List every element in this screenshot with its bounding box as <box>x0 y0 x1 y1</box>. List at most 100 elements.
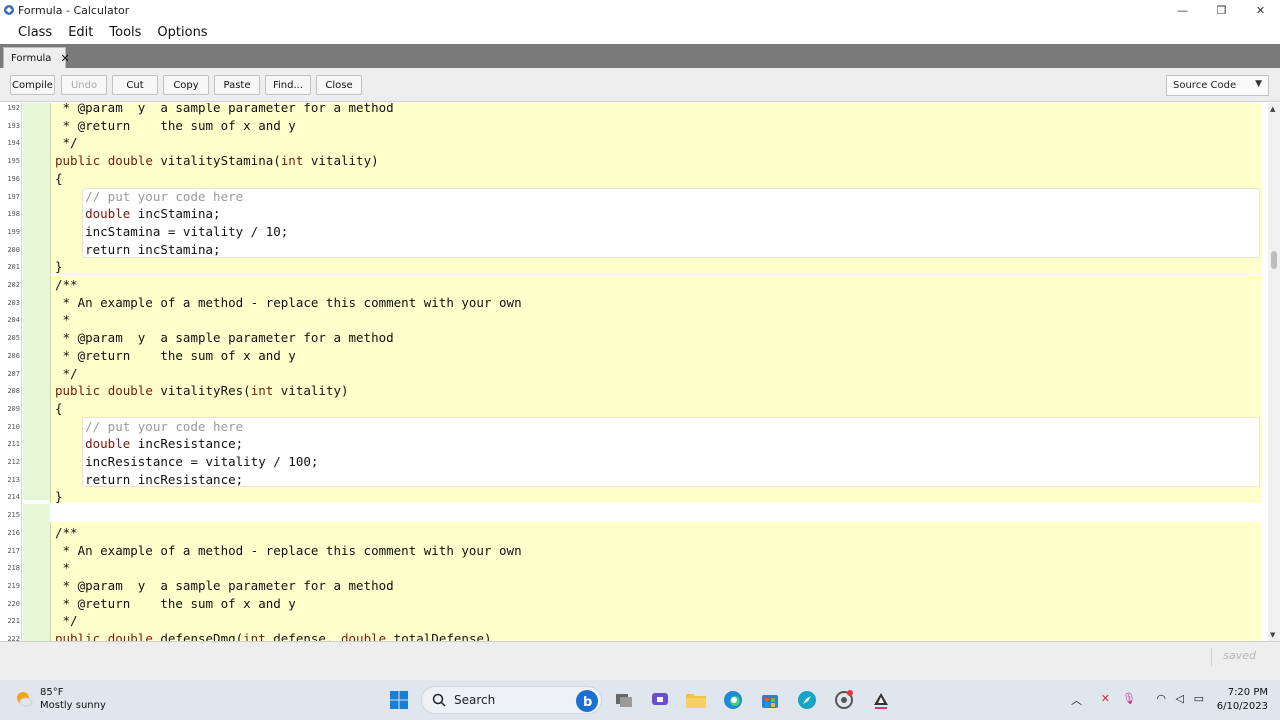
task-view-button[interactable] <box>612 688 636 712</box>
code-line[interactable]: double incResistance; <box>55 435 243 453</box>
menu-edit[interactable]: Edit <box>68 25 93 40</box>
code-line[interactable]: incResistance = vitality / 100; <box>55 453 318 471</box>
code-line[interactable]: } <box>55 258 63 276</box>
weather-temp: 85°F <box>40 687 64 698</box>
windows-taskbar: 85°F Mostly sunny Search b ︿ ✕ 🎙 ◠ ◁ ▭ 7… <box>0 680 1280 720</box>
code-line[interactable]: * @return the sum of x and y <box>55 595 296 613</box>
cut-button[interactable]: Cut <box>112 75 158 95</box>
line-number: 210 <box>7 422 20 431</box>
close-button[interactable]: Close <box>316 75 362 95</box>
chrome-button[interactable] <box>832 688 856 712</box>
code-line[interactable]: * @return the sum of x and y <box>55 347 296 365</box>
file-explorer-button[interactable] <box>684 688 708 712</box>
line-number: 196 <box>7 174 20 183</box>
clock-time: 7:20 PM <box>1227 687 1268 698</box>
search-icon <box>432 693 446 707</box>
chat-icon <box>652 693 668 705</box>
copy-button[interactable]: Copy <box>163 75 209 95</box>
code-line[interactable]: return incStamina; <box>55 241 220 259</box>
teams-chat-button[interactable] <box>648 688 672 712</box>
minimize-button[interactable]: — <box>1163 0 1202 20</box>
code-line[interactable]: public double defenseDmg(int defense, do… <box>55 630 492 641</box>
line-number: 212 <box>7 458 20 466</box>
code-line[interactable]: * An example of a method - replace this … <box>55 294 522 312</box>
line-number: 221 <box>7 617 20 626</box>
menu-tools[interactable]: Tools <box>109 25 141 40</box>
code-line[interactable]: public double vitalityStamina(int vitali… <box>55 152 379 170</box>
status-separator <box>1211 648 1212 666</box>
volume-icon[interactable]: ◁ <box>1176 692 1184 705</box>
code-line[interactable]: // put your code here <box>55 188 243 206</box>
code-line[interactable]: /** <box>55 524 78 542</box>
battery-icon[interactable]: ▭ <box>1194 692 1204 705</box>
clock[interactable]: 7:20 PM 6/10/2023 <box>1217 686 1268 714</box>
line-number: 193 <box>7 121 20 130</box>
folder-icon <box>686 694 706 708</box>
code-line[interactable]: * @param y a sample parameter for a meth… <box>55 103 394 117</box>
view-select[interactable]: Source Code ▼ <box>1166 75 1269 96</box>
restore-button[interactable]: ❐ <box>1202 0 1241 20</box>
code-line[interactable]: public double vitalityRes(int vitality) <box>55 382 349 400</box>
line-number: 215 <box>7 511 20 520</box>
bluej-app-icon <box>4 5 14 15</box>
scrollbar-thumb[interactable] <box>1271 251 1277 269</box>
microphone-icon[interactable]: 🎙 <box>1122 692 1136 705</box>
code-line[interactable]: * @param y a sample parameter for a meth… <box>55 329 394 347</box>
close-icon: ✕ <box>1255 3 1266 17</box>
weather-widget[interactable]: 85°F Mostly sunny <box>14 686 106 712</box>
scroll-down-icon[interactable]: ▼ <box>1270 631 1275 639</box>
start-button[interactable] <box>387 688 411 712</box>
vertical-scrollbar[interactable]: ▲ ▼ <box>1268 103 1280 641</box>
code-line[interactable]: } <box>55 488 63 506</box>
line-number: 194 <box>7 139 20 148</box>
menu-options[interactable]: Options <box>157 25 207 40</box>
paste-button[interactable]: Paste <box>214 75 260 95</box>
chrome-icon <box>835 690 853 709</box>
status-bar: saved <box>0 641 1280 680</box>
code-line[interactable]: * <box>55 559 71 577</box>
compile-button[interactable]: Compile <box>10 75 55 95</box>
code-line[interactable]: */ <box>55 365 78 383</box>
wifi-icon[interactable]: ◠ <box>1156 692 1166 705</box>
chevron-down-icon: ▼ <box>1255 79 1262 89</box>
scope-body-vitalityRes <box>82 417 1260 487</box>
tab-close-icon[interactable]: ✕ <box>60 52 69 65</box>
close-window-button[interactable]: ✕ <box>1241 0 1280 20</box>
chevron-up-icon[interactable]: ︿ <box>1071 692 1082 708</box>
code-line[interactable]: */ <box>55 612 78 630</box>
code-line[interactable]: * @return the sum of x and y <box>55 117 296 135</box>
app-button-compass[interactable] <box>795 688 819 712</box>
line-number: 192 <box>7 104 20 112</box>
view-select-value: Source Code <box>1173 80 1237 91</box>
code-line[interactable]: // put your code here <box>55 418 243 436</box>
code-line[interactable]: { <box>55 170 63 188</box>
undo-button[interactable]: Undo <box>61 75 107 95</box>
menu-class[interactable]: Class <box>18 25 52 40</box>
bluej-taskbar-button[interactable] <box>869 688 893 712</box>
edge-button[interactable] <box>721 688 745 712</box>
line-number: 214 <box>7 493 20 502</box>
line-number-gutter: 192 193 194 195 196 197 198 199 200 201 202 203 204 2… <box>0 103 22 641</box>
code-editor[interactable]: 192 193 194 195 196 197 198 199 200 201 202 203 204 2… <box>0 103 1280 641</box>
edge-icon <box>724 691 742 709</box>
scroll-up-icon[interactable]: ▲ <box>1270 105 1275 113</box>
code-line[interactable]: * @param y a sample parameter for a meth… <box>55 577 394 595</box>
code-line[interactable]: double incStamina; <box>55 205 220 223</box>
svg-text:b: b <box>583 695 592 710</box>
task-view-icon <box>616 694 632 707</box>
tab-formula[interactable]: Formula ✕ <box>3 47 70 68</box>
code-line[interactable]: * <box>55 311 71 329</box>
code-line[interactable]: */ <box>55 134 78 152</box>
editor-toolbar: Compile Undo Cut Copy Paste Find... Clos… <box>0 68 1280 102</box>
code-line[interactable]: return incResistance; <box>55 471 243 489</box>
store-button[interactable] <box>758 688 782 712</box>
scope-margin-class-2 <box>23 504 50 641</box>
code-line[interactable]: /** <box>55 276 78 294</box>
code-line[interactable]: incStamina = vitality / 10; <box>55 223 288 241</box>
code-line[interactable]: * An example of a method - replace this … <box>55 542 522 560</box>
security-icon[interactable]: ✕ <box>1101 692 1110 705</box>
find-button[interactable]: Find... <box>265 75 311 95</box>
scope-gap <box>50 504 1262 522</box>
taskbar-search[interactable]: Search b <box>421 686 602 714</box>
code-line[interactable]: { <box>55 400 63 418</box>
